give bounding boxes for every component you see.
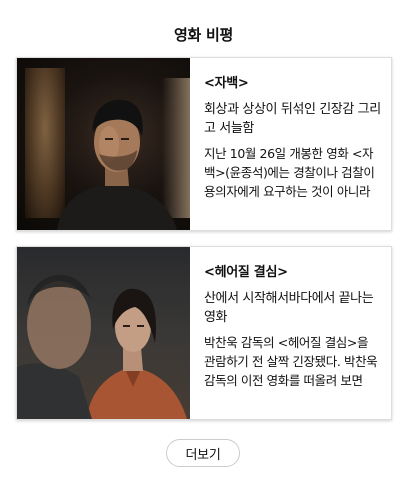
more-button[interactable]: 더보기 xyxy=(166,439,240,467)
card-summary: 박찬욱 감독의 <헤어질 결심>을 관람하기 전 살짝 긴장됐다. 박찬욱 감독… xyxy=(204,335,378,388)
card-subtitle: 회상과 상상이 뒤섞인 긴장감 그리고 서늘함 xyxy=(204,102,381,136)
card-title[interactable]: <자백> xyxy=(204,72,381,91)
section-title: 영화 비평 xyxy=(174,26,233,44)
card-summary: 지난 10월 26일 개봉한 영화 <자백>(윤종석)에는 경찰이나 검찰이 용… xyxy=(204,146,375,199)
movie-still-image[interactable] xyxy=(17,58,190,230)
card-title[interactable]: <헤어질 결심> xyxy=(204,261,381,280)
review-card[interactable]: <자백> 회상과 상상이 뒤섞인 긴장감 그리고 서늘함 지난 10월 26일 … xyxy=(16,57,392,231)
review-card[interactable]: <헤어질 결심> 산에서 시작해서바다에서 끝나는 영화 박찬욱 감독의 <헤어… xyxy=(16,246,392,420)
movie-still-image[interactable] xyxy=(17,247,190,419)
card-text: <자백> 회상과 상상이 뒤섞인 긴장감 그리고 서늘함 지난 10월 26일 … xyxy=(190,58,391,230)
card-subtitle: 산에서 시작해서바다에서 끝나는 영화 xyxy=(204,291,374,325)
card-text: <헤어질 결심> 산에서 시작해서바다에서 끝나는 영화 박찬욱 감독의 <헤어… xyxy=(190,247,391,419)
